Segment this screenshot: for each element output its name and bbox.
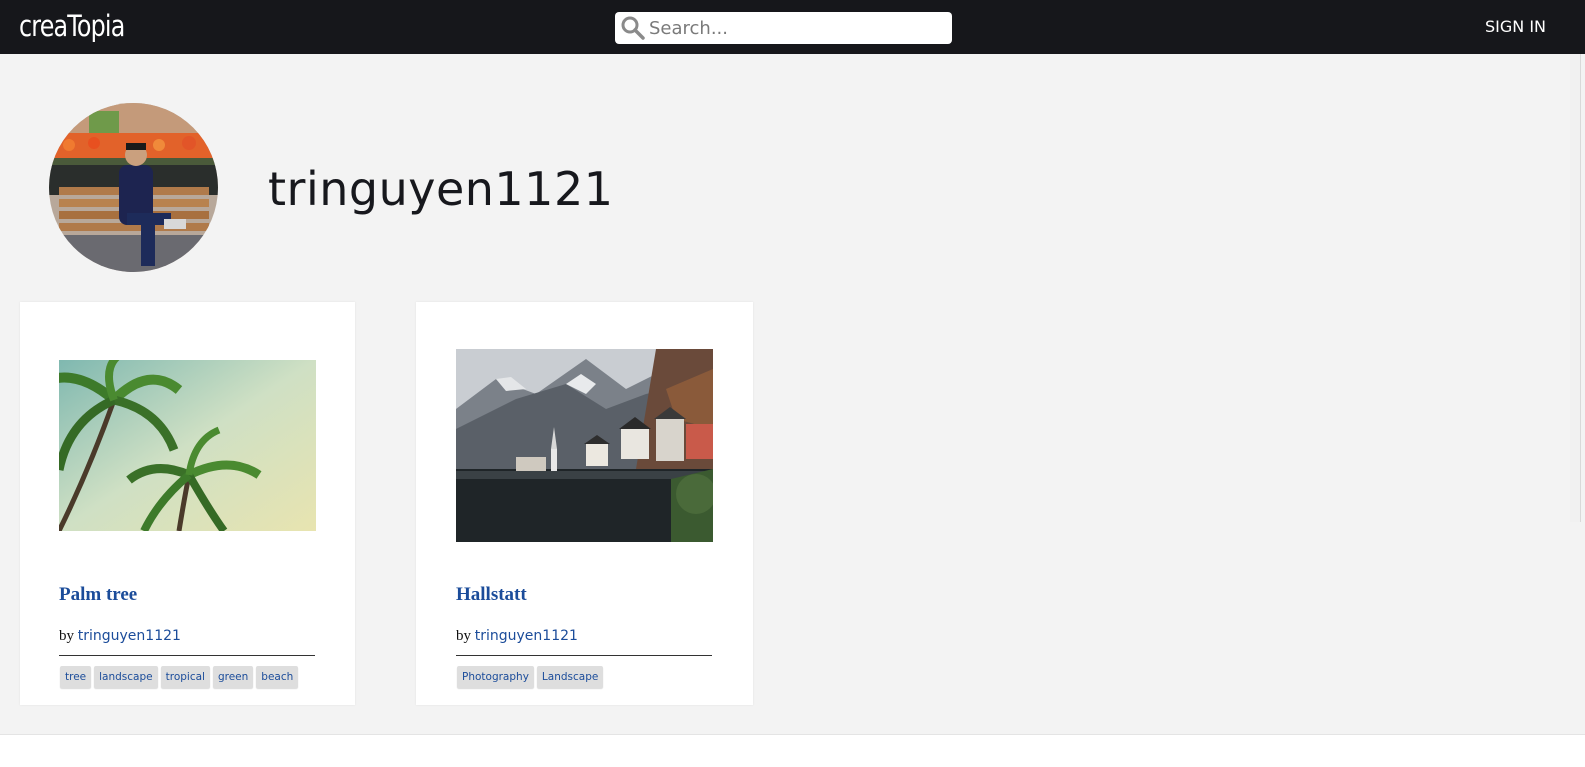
tag-tree[interactable]: tree (60, 666, 92, 688)
post-thumbnail[interactable] (59, 360, 316, 531)
tag-landscape[interactable]: Landscape (536, 666, 604, 688)
divider (59, 655, 315, 656)
tag-tropical[interactable]: tropical (160, 666, 210, 688)
avatar-photo (49, 103, 218, 272)
post-card[interactable]: Palm tree by tringuyen1121 tree landscap… (20, 302, 355, 705)
post-title[interactable]: Palm tree (59, 584, 137, 606)
sign-in-link[interactable]: SIGN IN (1485, 17, 1546, 36)
post-card[interactable]: Hallstatt by tringuyen1121 Photography L… (416, 302, 753, 705)
footer (0, 734, 1585, 767)
author-link[interactable]: tringuyen1121 (78, 628, 181, 644)
tag-landscape[interactable]: landscape (94, 666, 158, 688)
scrollbar-thumb[interactable] (1570, 54, 1581, 522)
by-label: by (59, 628, 74, 644)
divider (456, 655, 712, 656)
site-logo[interactable]: creaTopia (19, 8, 125, 44)
post-byline: by tringuyen1121 (59, 628, 181, 645)
tag-photography[interactable]: Photography (457, 666, 534, 688)
by-label: by (456, 628, 471, 644)
palm-tree-photo (59, 360, 316, 531)
tag-list: Photography Landscape (457, 666, 604, 688)
search-box[interactable] (615, 12, 952, 44)
profile-username: tringuyen1121 (268, 162, 614, 216)
tag-list: tree landscape tropical green beach (60, 666, 299, 688)
hallstatt-photo (456, 349, 713, 542)
post-thumbnail[interactable] (456, 349, 713, 542)
top-navbar: creaTopia SIGN IN (0, 0, 1585, 54)
search-icon (621, 16, 645, 40)
tag-beach[interactable]: beach (256, 666, 299, 688)
post-byline: by tringuyen1121 (456, 628, 578, 645)
avatar (49, 103, 218, 272)
search-input[interactable] (649, 12, 944, 44)
author-link[interactable]: tringuyen1121 (475, 628, 578, 644)
post-title[interactable]: Hallstatt (456, 584, 527, 606)
tag-green[interactable]: green (212, 666, 254, 688)
